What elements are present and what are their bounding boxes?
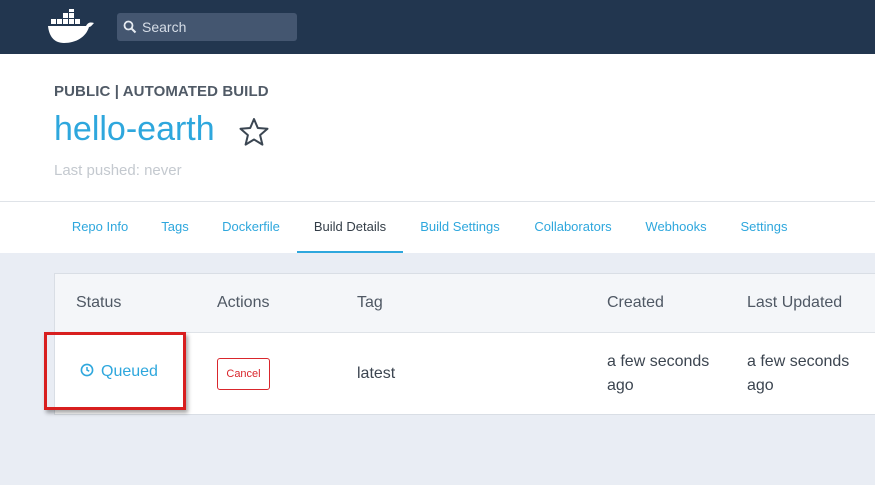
- repo-name: hello-earth: [54, 110, 215, 148]
- status-highlight-box: [44, 332, 186, 410]
- build-updated-line1: a few seconds: [747, 353, 850, 370]
- build-last-updated: a few seconds ago: [747, 350, 849, 398]
- repo-header: PUBLIC | AUTOMATED BUILD hello-earth Las…: [0, 54, 875, 201]
- tab-repo-info[interactable]: Repo Info: [60, 202, 140, 253]
- tab-collaborators[interactable]: Collaborators: [522, 202, 624, 253]
- build-created-line2: ago: [607, 377, 634, 394]
- tab-webhooks[interactable]: Webhooks: [634, 202, 718, 253]
- repo-tabs: Repo Info Tags Dockerfile Build Details …: [0, 201, 875, 253]
- tab-settings[interactable]: Settings: [729, 202, 799, 253]
- tab-dockerfile[interactable]: Dockerfile: [210, 202, 292, 253]
- search-placeholder: Search: [142, 19, 187, 35]
- column-header-created: Created: [607, 294, 664, 311]
- column-header-actions: Actions: [217, 294, 270, 311]
- build-tag: latest: [357, 365, 396, 382]
- top-navbar: Search: [0, 0, 875, 54]
- repo-type-label: PUBLIC | AUTOMATED BUILD: [54, 83, 269, 100]
- star-icon[interactable]: [238, 116, 270, 148]
- tab-build-details[interactable]: Build Details: [297, 202, 403, 253]
- tab-tags[interactable]: Tags: [150, 202, 200, 253]
- tab-build-settings[interactable]: Build Settings: [410, 202, 510, 253]
- column-header-last-updated: Last Updated: [747, 294, 843, 311]
- search-input[interactable]: Search: [117, 13, 297, 41]
- docker-whale-icon[interactable]: [46, 9, 96, 45]
- column-header-status: Status: [76, 294, 122, 311]
- cancel-button[interactable]: Cancel: [217, 358, 270, 390]
- last-pushed: Last pushed: never: [54, 162, 182, 179]
- build-created: a few seconds ago: [607, 350, 709, 398]
- table-header: Status Actions Tag Created Last Updated: [55, 274, 875, 333]
- column-header-tag: Tag: [357, 294, 383, 311]
- build-updated-line2: ago: [747, 377, 774, 394]
- build-created-line1: a few seconds: [607, 353, 710, 370]
- search-icon: [123, 20, 137, 34]
